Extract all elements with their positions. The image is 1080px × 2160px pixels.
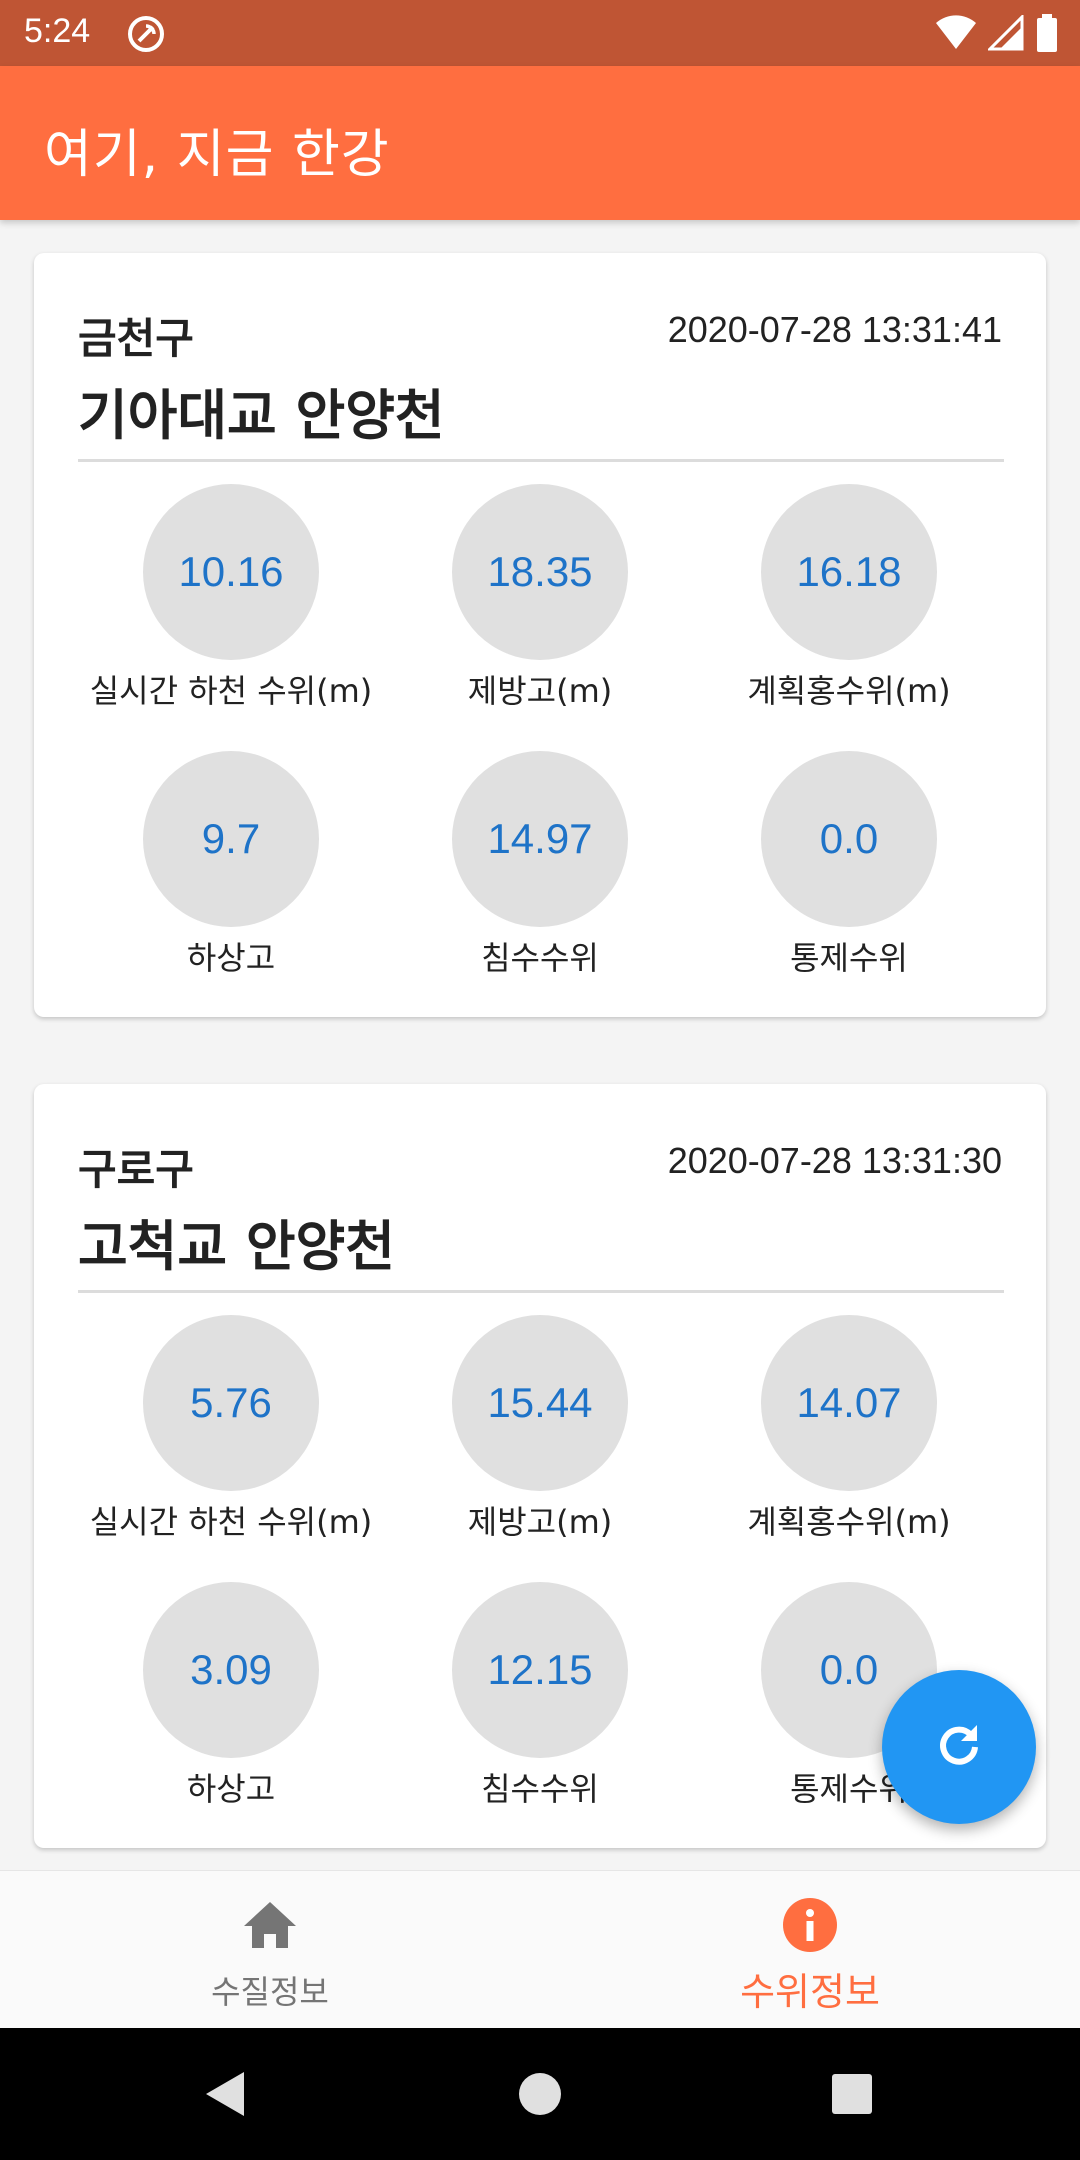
status-bar: 5:24 [0, 0, 1080, 66]
metric-label: 하상고 [186, 1770, 276, 1808]
station-card: 금천구 2020-07-28 13:31:41 기아대교 안양천 10.16 실… [34, 253, 1046, 1017]
metric-value: 14.07 [796, 1379, 902, 1426]
metric-circle: 12.15 [452, 1582, 628, 1758]
station-timestamp: 2020-07-28 13:31:30 [667, 1140, 1002, 1181]
home-icon [240, 1895, 300, 1955]
no-disturb-icon [126, 14, 166, 54]
metric-value: 15.44 [487, 1379, 593, 1426]
bottom-navigation: 수질정보 수위정보 [0, 1870, 1080, 2028]
app-bar: 여기, 지금 한강 [0, 66, 1080, 220]
recents-icon[interactable] [822, 2064, 882, 2124]
battery-icon [1036, 14, 1058, 56]
signal-icon [986, 13, 1024, 55]
metric-label: 하상고 [186, 939, 276, 977]
station-timestamp: 2020-07-28 13:31:41 [667, 309, 1002, 350]
metric-planned-flood-level: 14.07 계획홍수위(m) [699, 1315, 999, 1547]
metric-value: 14.97 [487, 815, 593, 862]
metric-label: 침수수위 [481, 1770, 599, 1808]
metric-value: 10.16 [178, 548, 284, 595]
metric-levee-height: 15.44 제방고(m) [390, 1315, 690, 1547]
metric-label: 실시간 하천 수위(m) [89, 1503, 373, 1541]
home-circle-icon[interactable] [510, 2064, 570, 2124]
metric-label: 계획홍수위(m) [747, 672, 951, 710]
station-district: 구로구 [78, 1145, 194, 1194]
metric-label: 제방고(m) [467, 672, 613, 710]
divider [78, 1290, 1004, 1293]
station-district: 금천구 [78, 314, 194, 363]
metric-value: 5.76 [190, 1379, 272, 1426]
metric-flooding-level: 14.97 침수수위 [390, 751, 690, 983]
metric-planned-flood-level: 16.18 계획홍수위(m) [699, 484, 999, 716]
metric-circle: 9.7 [143, 751, 319, 927]
metric-circle: 14.07 [761, 1315, 937, 1491]
metric-label: 침수수위 [481, 939, 599, 977]
metric-circle: 3.09 [143, 1582, 319, 1758]
status-time: 5:24 [24, 12, 91, 50]
metric-label: 실시간 하천 수위(m) [89, 672, 373, 710]
nav-label: 수질정보 [211, 1973, 329, 2011]
metric-realtime-level: 5.76 실시간 하천 수위(m) [81, 1315, 381, 1547]
metric-riverbed-height: 9.7 하상고 [81, 751, 381, 983]
metric-value: 9.7 [201, 815, 261, 862]
station-name: 기아대교 안양천 [78, 384, 445, 447]
metric-label: 제방고(m) [467, 1503, 613, 1541]
metric-circle: 15.44 [452, 1315, 628, 1491]
divider [78, 459, 1004, 462]
metric-realtime-level: 10.16 실시간 하천 수위(m) [81, 484, 381, 716]
metric-value: 12.15 [487, 1646, 593, 1693]
metric-value: 0.0 [819, 815, 879, 862]
nav-item-water-level[interactable]: 수위정보 [540, 1871, 1080, 2029]
app-title: 여기, 지금 한강 [44, 125, 390, 185]
nav-label: 수위정보 [740, 1970, 880, 2014]
metric-value: 0.0 [819, 1646, 879, 1693]
info-icon [780, 1895, 840, 1955]
metric-label: 계획홍수위(m) [747, 1503, 951, 1541]
system-navigation-bar [0, 2028, 1080, 2160]
wifi-icon [936, 15, 976, 55]
metric-circle: 0.0 [761, 751, 937, 927]
metric-circle: 16.18 [761, 484, 937, 660]
metric-circle: 5.76 [143, 1315, 319, 1491]
nav-item-water-quality[interactable]: 수질정보 [0, 1871, 540, 2029]
refresh-icon [931, 1717, 987, 1777]
station-name: 고척교 안양천 [78, 1215, 395, 1278]
metric-circle: 18.35 [452, 484, 628, 660]
status-icons [936, 13, 1058, 56]
metric-circle: 14.97 [452, 751, 628, 927]
metric-circle: 10.16 [143, 484, 319, 660]
metric-label: 통제수위 [790, 939, 908, 977]
metric-levee-height: 18.35 제방고(m) [390, 484, 690, 716]
metric-control-level: 0.0 통제수위 [699, 751, 999, 983]
refresh-button[interactable] [882, 1670, 1036, 1824]
station-list[interactable]: 금천구 2020-07-28 13:31:41 기아대교 안양천 10.16 실… [0, 220, 1080, 1870]
metric-riverbed-height: 3.09 하상고 [81, 1582, 381, 1814]
metric-value: 18.35 [487, 548, 593, 595]
metric-value: 3.09 [190, 1646, 272, 1693]
back-icon[interactable] [196, 2064, 256, 2124]
metric-flooding-level: 12.15 침수수위 [390, 1582, 690, 1814]
metric-value: 16.18 [796, 548, 902, 595]
